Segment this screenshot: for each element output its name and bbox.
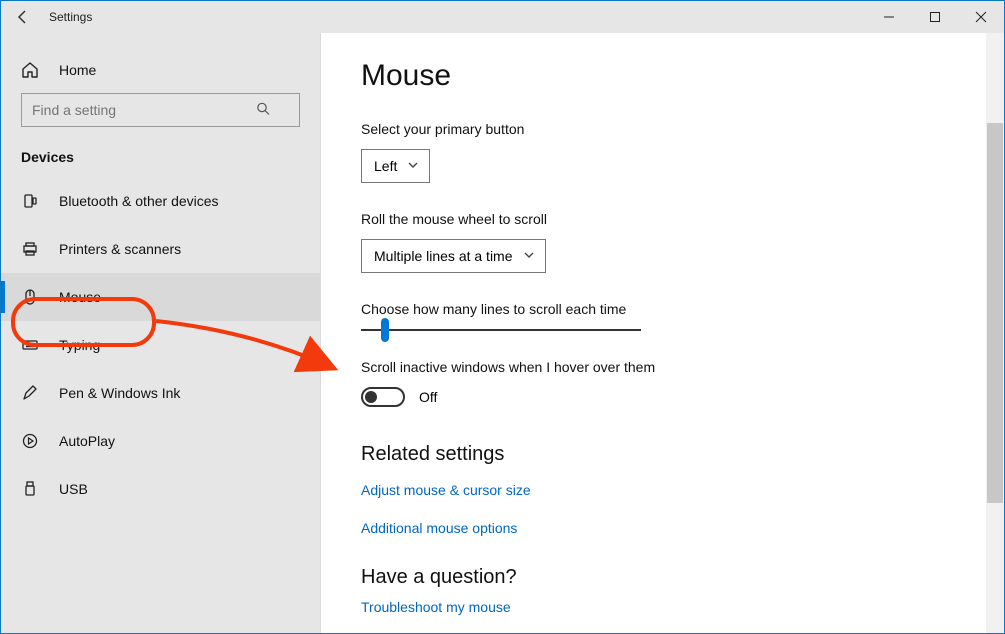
slider-thumb[interactable] [381,318,389,342]
sidebar-home-label: Home [59,62,96,78]
toggle-knob [365,391,377,403]
related-settings-heading: Related settings [361,443,964,466]
autoplay-icon [21,432,41,450]
content-pane: Mouse Select your primary button Left Ro… [321,33,1004,633]
usb-icon [21,480,41,498]
mouse-icon [21,288,41,306]
chevron-down-icon [407,158,419,174]
maximize-button[interactable] [912,1,958,33]
link-adjust-mouse[interactable]: Adjust mouse & cursor size [361,482,964,498]
sidebar-item-label: Typing [59,337,100,353]
printer-icon [21,240,41,258]
back-arrow-icon [15,9,31,25]
sidebar: Home Devices Bluetooth & other devices P… [1,33,321,633]
search-input[interactable] [21,93,300,127]
inactive-scroll-state: Off [419,389,437,405]
lines-scroll-slider[interactable] [361,329,641,331]
scrollbar-thumb[interactable] [987,123,1003,503]
vertical-scrollbar[interactable] [986,33,1004,633]
link-troubleshoot[interactable]: Troubleshoot my mouse [361,599,964,615]
sidebar-item-autoplay[interactable]: AutoPlay [1,417,320,465]
primary-button-label: Select your primary button [361,121,964,137]
sidebar-item-label: Bluetooth & other devices [59,193,219,209]
titlebar: Settings [1,1,1004,33]
devices-icon [21,192,41,210]
inactive-scroll-label: Scroll inactive windows when I hover ove… [361,359,964,375]
wheel-scroll-value: Multiple lines at a time [374,248,513,264]
sidebar-item-label: Mouse [59,289,101,305]
minimize-button[interactable] [866,1,912,33]
sidebar-item-label: Printers & scanners [59,241,181,257]
sidebar-item-label: Pen & Windows Ink [59,385,180,401]
have-question-heading: Have a question? [361,566,964,589]
window-title: Settings [45,10,92,24]
wheel-scroll-label: Roll the mouse wheel to scroll [361,211,964,227]
sidebar-item-pen[interactable]: Pen & Windows Ink [1,369,320,417]
back-button[interactable] [1,9,45,25]
sidebar-section-title: Devices [1,139,320,177]
close-icon [975,11,987,23]
home-icon [21,61,41,79]
chevron-down-icon [523,248,535,264]
sidebar-item-printers[interactable]: Printers & scanners [1,225,320,273]
sidebar-item-typing[interactable]: Typing [1,321,320,369]
inactive-scroll-toggle[interactable] [361,387,405,407]
maximize-icon [929,11,941,23]
minimize-icon [883,11,895,23]
primary-button-value: Left [374,158,397,174]
link-additional-options[interactable]: Additional mouse options [361,520,964,536]
wheel-scroll-select[interactable]: Multiple lines at a time [361,239,546,273]
sidebar-home[interactable]: Home [1,51,320,89]
sidebar-item-bluetooth[interactable]: Bluetooth & other devices [1,177,320,225]
sidebar-item-label: AutoPlay [59,433,115,449]
keyboard-icon [21,336,41,354]
sidebar-item-mouse[interactable]: Mouse [1,273,320,321]
primary-button-select[interactable]: Left [361,149,430,183]
sidebar-item-label: USB [59,481,88,497]
pen-icon [21,384,41,402]
lines-scroll-label: Choose how many lines to scroll each tim… [361,301,964,317]
page-title: Mouse [361,59,964,93]
close-button[interactable] [958,1,1004,33]
sidebar-item-usb[interactable]: USB [1,465,320,513]
